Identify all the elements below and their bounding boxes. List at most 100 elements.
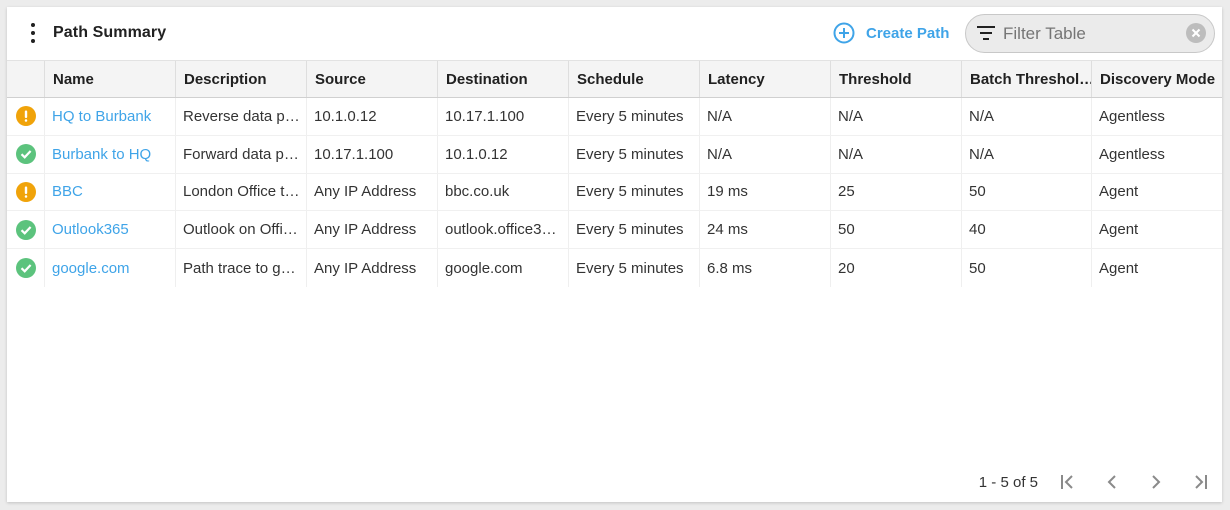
discovery-mode-value: Agentless	[1099, 107, 1165, 125]
add-circle-icon	[833, 22, 855, 44]
name-cell[interactable]: Outlook365	[45, 211, 176, 249]
column-header-status	[7, 61, 45, 97]
latency-value: N/A	[707, 107, 733, 125]
last-page-icon	[1195, 475, 1207, 489]
description-value: Outlook on Offi…	[183, 221, 298, 239]
filter-table-field[interactable]	[965, 14, 1215, 53]
destination-value: 10.17.1.100	[445, 107, 525, 125]
path-name-link[interactable]: Burbank to HQ	[52, 146, 157, 163]
latency-cell: N/A	[700, 98, 831, 135]
column-header-schedule[interactable]: Schedule	[569, 61, 700, 97]
threshold-cell: N/A	[831, 135, 962, 173]
discovery-mode-value: Agent	[1099, 183, 1139, 201]
source-value: 10.1.0.12	[314, 107, 377, 125]
name-cell[interactable]: google.com	[45, 249, 176, 287]
name-cell[interactable]: Burbank to HQ	[45, 135, 176, 173]
latency-value: 6.8 ms	[707, 259, 753, 277]
previous-page-button[interactable]	[1090, 471, 1134, 493]
source-cell: 10.1.0.12	[307, 98, 438, 135]
discovery-mode-cell: Agent	[1092, 174, 1221, 211]
batch-threshold-cell: 50	[962, 249, 1092, 287]
column-header-discovery-mode[interactable]: Discovery Mode	[1092, 61, 1221, 97]
status-cell	[7, 135, 45, 173]
first-page-icon	[1061, 475, 1073, 489]
destination-cell: 10.17.1.100	[438, 98, 569, 135]
close-icon	[1191, 28, 1201, 38]
first-page-button[interactable]	[1046, 471, 1090, 493]
description-cell: Path trace to go…	[176, 249, 307, 287]
destination-cell: bbc.co.uk	[438, 173, 569, 211]
source-cell: Any IP Address	[307, 249, 438, 287]
name-cell[interactable]: BBC	[45, 173, 176, 211]
latency-value: 19 ms	[707, 183, 748, 201]
schedule-value: Every 5 minutes	[576, 145, 684, 163]
filter-icon	[977, 26, 995, 40]
column-header-destination[interactable]: Destination	[438, 61, 569, 97]
threshold-cell: N/A	[831, 98, 962, 135]
table-row[interactable]: google.com Path trace to go… Any IP Addres…	[7, 249, 1222, 287]
filter-table-input[interactable]	[1003, 23, 1173, 45]
description-cell: London Office t…	[176, 173, 307, 211]
latency-value: N/A	[707, 145, 733, 163]
warning-icon	[15, 181, 36, 202]
threshold-value: N/A	[838, 107, 864, 125]
destination-cell: google.com	[438, 249, 569, 287]
source-value: Any IP Address	[314, 221, 417, 239]
pagination: 1 - 5 of 5	[979, 471, 1222, 493]
schedule-value: Every 5 minutes	[576, 183, 684, 201]
path-name-link[interactable]: BBC	[52, 183, 89, 200]
batch-threshold-value: N/A	[969, 145, 995, 163]
batch-threshold-cell: N/A	[962, 135, 1092, 173]
check-circle-icon	[15, 219, 36, 240]
path-name-link[interactable]: google.com	[52, 260, 136, 277]
latency-value: 24 ms	[707, 221, 748, 239]
schedule-cell: Every 5 minutes	[569, 211, 700, 249]
table-row[interactable]: BBC London Office t… Any IP Address bbc.co.…	[7, 173, 1222, 212]
description-cell: Outlook on Offi…	[176, 211, 307, 249]
column-header-threshold[interactable]: Threshold	[831, 61, 962, 97]
column-header-latency[interactable]: Latency	[700, 61, 831, 97]
schedule-value: Every 5 minutes	[576, 259, 684, 277]
discovery-mode-cell: Agent	[1092, 211, 1221, 248]
last-page-button[interactable]	[1178, 471, 1222, 493]
description-value: Reverse data pa…	[183, 107, 306, 125]
column-header-batch-threshold[interactable]: Batch Threshol…	[962, 61, 1092, 97]
status-cell	[7, 249, 45, 287]
column-header-description[interactable]: Description	[176, 61, 307, 97]
clear-filter-button[interactable]	[1186, 23, 1206, 43]
table-row[interactable]: Burbank to HQ Forward data p… 10.17.1.100 1…	[7, 135, 1222, 174]
batch-threshold-cell: N/A	[962, 98, 1092, 135]
threshold-value: N/A	[838, 145, 864, 163]
destination-value: google.com	[445, 259, 523, 277]
status-cell	[7, 173, 45, 211]
path-name-link[interactable]: HQ to Burbank	[52, 108, 157, 125]
check-circle-icon	[15, 144, 36, 165]
schedule-value: Every 5 minutes	[576, 221, 684, 239]
discovery-mode-value: Agent	[1099, 221, 1139, 239]
batch-threshold-value: 50	[969, 259, 986, 277]
next-page-button[interactable]	[1134, 471, 1178, 493]
column-header-name[interactable]: Name	[45, 61, 176, 97]
destination-value: 10.1.0.12	[445, 145, 508, 163]
batch-threshold-value: 50	[969, 183, 986, 201]
create-path-label: Create Path	[866, 24, 950, 42]
latency-cell: 24 ms	[700, 211, 831, 249]
source-cell: Any IP Address	[307, 211, 438, 249]
status-cell	[7, 98, 45, 135]
more-options-icon[interactable]	[25, 23, 41, 43]
description-value: London Office t…	[183, 183, 300, 201]
table-row[interactable]: Outlook365 Outlook on Offi… Any IP Address…	[7, 211, 1222, 250]
discovery-mode-value: Agent	[1099, 259, 1139, 277]
schedule-cell: Every 5 minutes	[569, 135, 700, 173]
description-value: Forward data p…	[183, 145, 299, 163]
name-cell[interactable]: HQ to Burbank	[45, 98, 176, 135]
create-path-button[interactable]: Create Path	[833, 21, 949, 45]
status-cell	[7, 211, 45, 249]
column-header-source[interactable]: Source	[307, 61, 438, 97]
destination-value: bbc.co.uk	[445, 183, 510, 201]
threshold-cell: 25	[831, 173, 962, 211]
schedule-cell: Every 5 minutes	[569, 249, 700, 287]
path-name-link[interactable]: Outlook365	[52, 221, 135, 238]
discovery-mode-value: Agentless	[1099, 145, 1165, 163]
table-row[interactable]: HQ to Burbank Reverse data pa… 10.1.0.12 10…	[7, 98, 1222, 136]
